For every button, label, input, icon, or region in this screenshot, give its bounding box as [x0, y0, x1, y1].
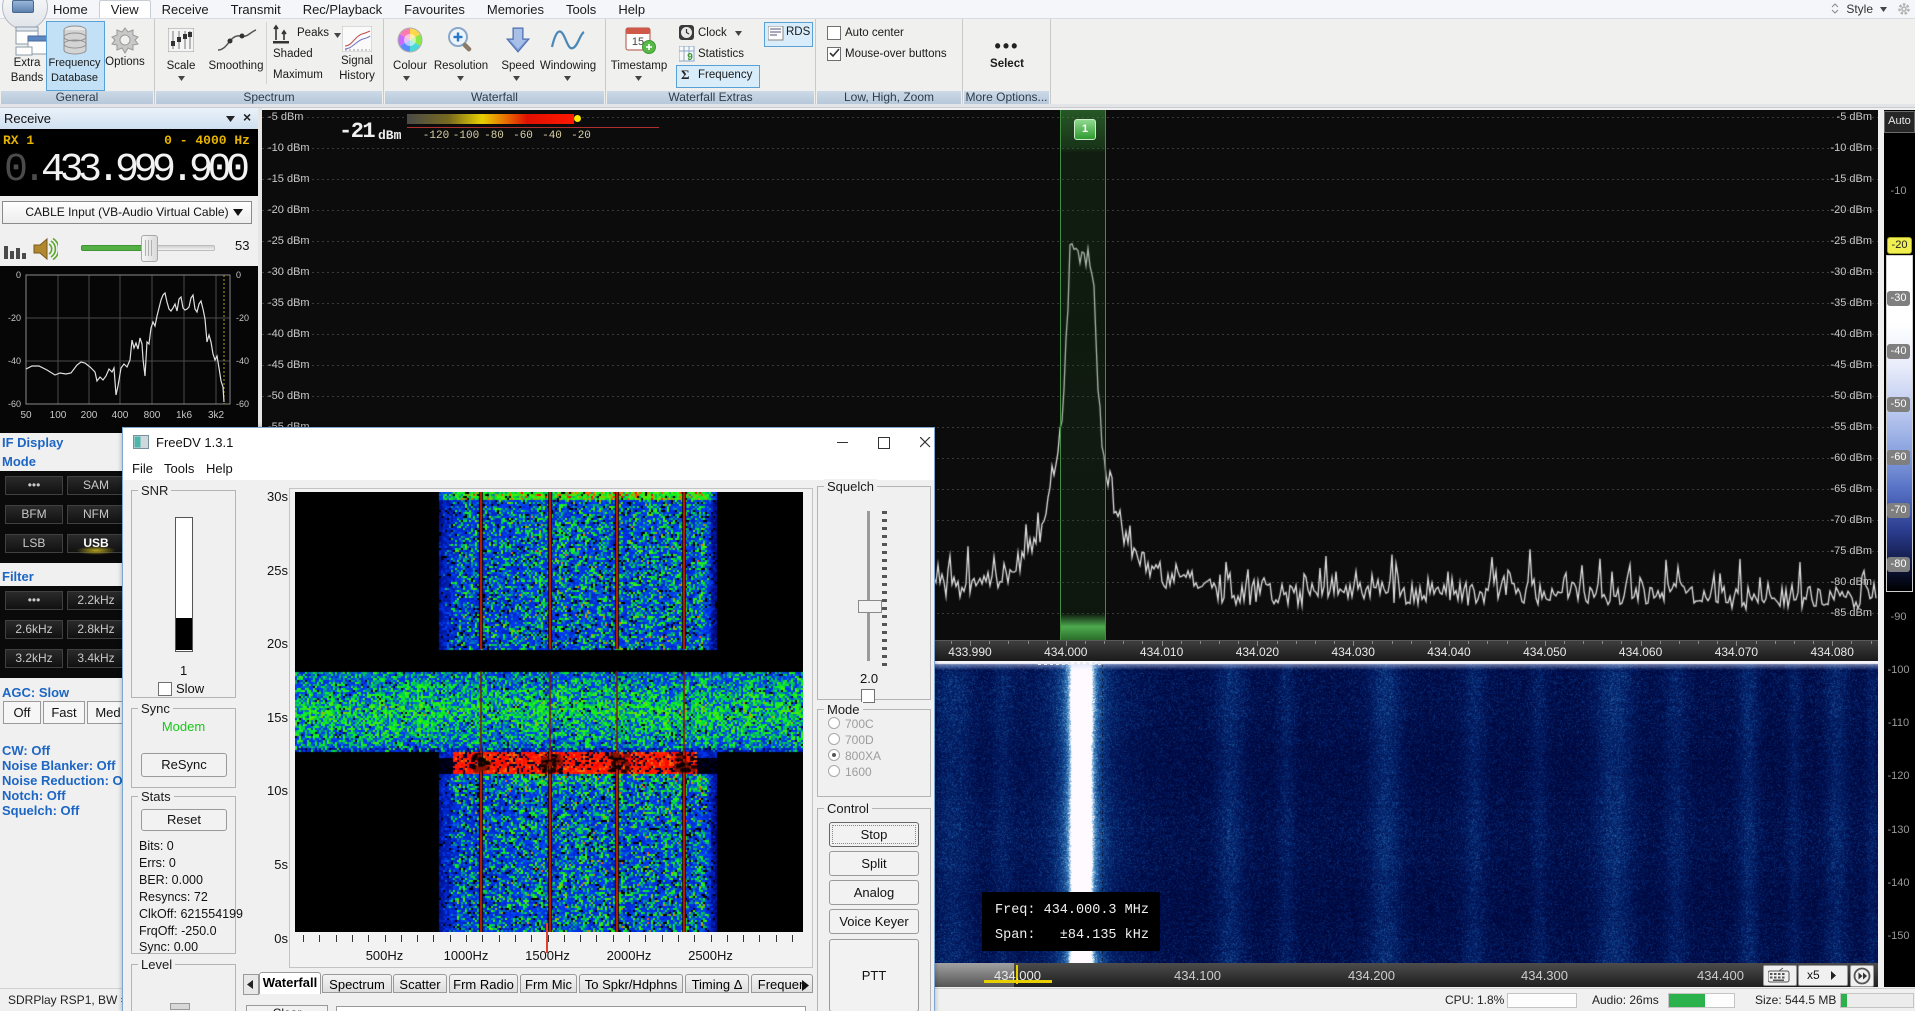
svg-text:-40: -40 [236, 356, 249, 366]
svg-text:200: 200 [81, 410, 98, 421]
svg-text:50: 50 [20, 410, 32, 421]
svg-text:400: 400 [112, 410, 129, 421]
svg-text:0: 0 [236, 270, 241, 280]
svg-text:-40: -40 [8, 356, 21, 366]
svg-text:-20: -20 [8, 313, 21, 323]
svg-text:9: 9 [687, 52, 693, 62]
svg-text:800: 800 [144, 410, 161, 421]
svg-text:3k2: 3k2 [208, 410, 225, 421]
svg-text:-60: -60 [236, 399, 249, 409]
svg-text:-20: -20 [236, 313, 249, 323]
svg-text:0: 0 [16, 270, 21, 280]
svg-text:100: 100 [50, 410, 67, 421]
svg-text:1k6: 1k6 [176, 410, 193, 421]
svg-text:-60: -60 [8, 399, 21, 409]
